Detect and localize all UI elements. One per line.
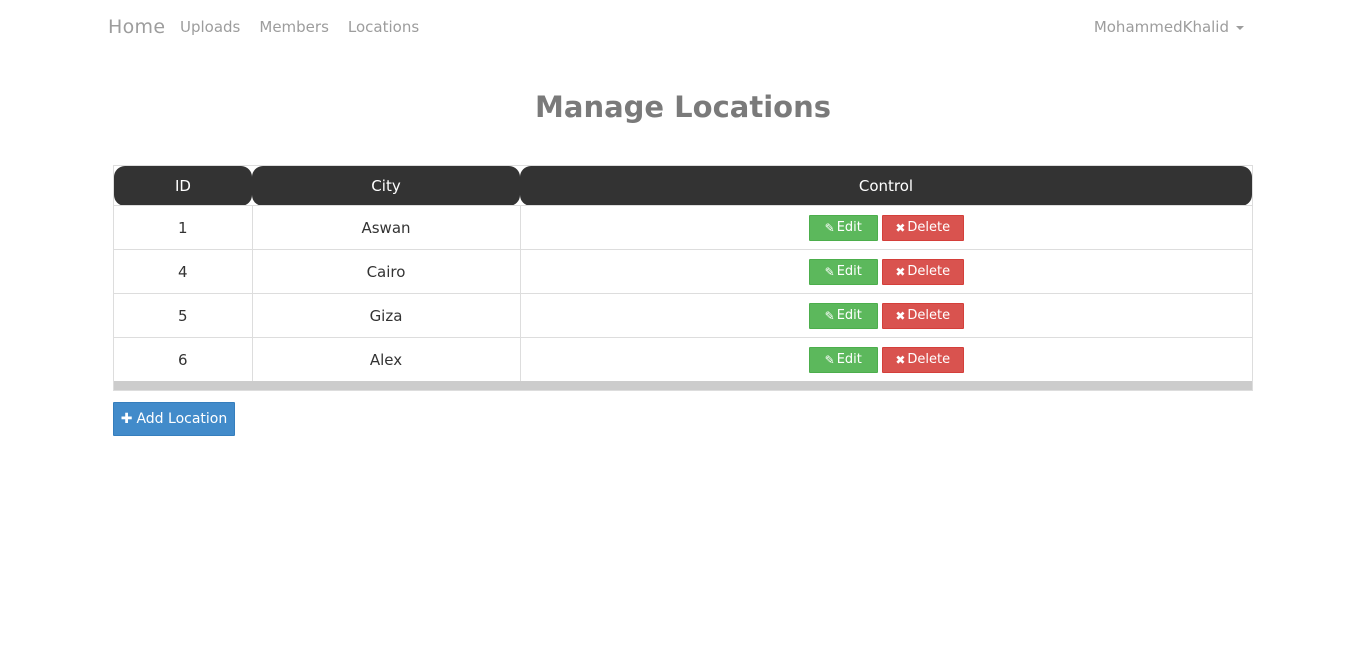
locations-table: ID City Control 1 Aswan ✎ Edit ✖ Delete 4 C… bbox=[113, 165, 1253, 391]
cell-control: ✎ Edit ✖ Delete bbox=[520, 293, 1252, 338]
nav-links: Uploads Members Locations bbox=[180, 18, 438, 36]
cell-id: 1 bbox=[114, 205, 253, 250]
edit-label: Edit bbox=[836, 352, 862, 367]
cell-id: 6 bbox=[114, 337, 253, 381]
cell-city: Giza bbox=[252, 293, 521, 338]
edit-button[interactable]: ✎ Edit bbox=[808, 214, 878, 241]
delete-button[interactable]: ✖ Delete bbox=[881, 302, 964, 329]
delete-label: Delete bbox=[907, 352, 951, 367]
delete-label: Delete bbox=[907, 264, 951, 279]
caret-down-icon bbox=[1236, 26, 1244, 30]
times-icon: ✖ bbox=[895, 308, 906, 323]
edit-icon: ✎ bbox=[824, 220, 835, 235]
cell-city: Cairo bbox=[252, 249, 521, 294]
cell-id: 4 bbox=[114, 249, 253, 294]
cell-control: ✎ Edit ✖ Delete bbox=[520, 337, 1252, 381]
delete-button[interactable]: ✖ Delete bbox=[881, 214, 964, 241]
add-location-button[interactable]: ✚ Add Location bbox=[113, 402, 235, 436]
cell-control: ✎ Edit ✖ Delete bbox=[520, 205, 1252, 250]
plus-icon: ✚ bbox=[120, 411, 133, 427]
times-icon: ✖ bbox=[895, 264, 906, 279]
nav-link-members[interactable]: Members bbox=[259, 18, 329, 36]
delete-label: Delete bbox=[907, 220, 951, 235]
nav-brand-home[interactable]: Home bbox=[108, 16, 165, 38]
edit-label: Edit bbox=[836, 264, 862, 279]
delete-button[interactable]: ✖ Delete bbox=[881, 258, 964, 285]
delete-label: Delete bbox=[907, 308, 951, 323]
edit-icon: ✎ bbox=[824, 264, 835, 279]
nav-link-uploads[interactable]: Uploads bbox=[180, 18, 240, 36]
edit-button[interactable]: ✎ Edit bbox=[808, 258, 878, 285]
cell-id: 5 bbox=[114, 293, 253, 338]
times-icon: ✖ bbox=[895, 352, 906, 367]
edit-label: Edit bbox=[836, 308, 862, 323]
table-header-row: ID City Control bbox=[114, 166, 1252, 206]
navbar: Home Uploads Members Locations MohammedK… bbox=[0, 0, 1366, 56]
page-title: Manage Locations bbox=[535, 90, 831, 124]
edit-button[interactable]: ✎ Edit bbox=[808, 302, 878, 329]
add-location-label: Add Location bbox=[136, 411, 228, 427]
table-footer-bar bbox=[114, 381, 1252, 390]
edit-icon: ✎ bbox=[824, 308, 835, 323]
edit-label: Edit bbox=[836, 220, 862, 235]
edit-icon: ✎ bbox=[824, 352, 835, 367]
edit-button[interactable]: ✎ Edit bbox=[808, 346, 878, 373]
table-row: 5 Giza ✎ Edit ✖ Delete bbox=[114, 293, 1252, 338]
cell-city: Aswan bbox=[252, 205, 521, 250]
column-header-control: Control bbox=[520, 166, 1252, 206]
column-header-id: ID bbox=[114, 166, 252, 206]
user-dropdown[interactable]: MohammedKhalid bbox=[1094, 18, 1244, 36]
times-icon: ✖ bbox=[895, 220, 906, 235]
table-row: 4 Cairo ✎ Edit ✖ Delete bbox=[114, 249, 1252, 294]
column-header-city: City bbox=[252, 166, 520, 206]
nav-link-locations[interactable]: Locations bbox=[348, 18, 419, 36]
table-row: 6 Alex ✎ Edit ✖ Delete bbox=[114, 337, 1252, 381]
table-row: 1 Aswan ✎ Edit ✖ Delete bbox=[114, 205, 1252, 250]
cell-city: Alex bbox=[252, 337, 521, 381]
delete-button[interactable]: ✖ Delete bbox=[881, 346, 964, 373]
user-name: MohammedKhalid bbox=[1093, 18, 1229, 36]
cell-control: ✎ Edit ✖ Delete bbox=[520, 249, 1252, 294]
